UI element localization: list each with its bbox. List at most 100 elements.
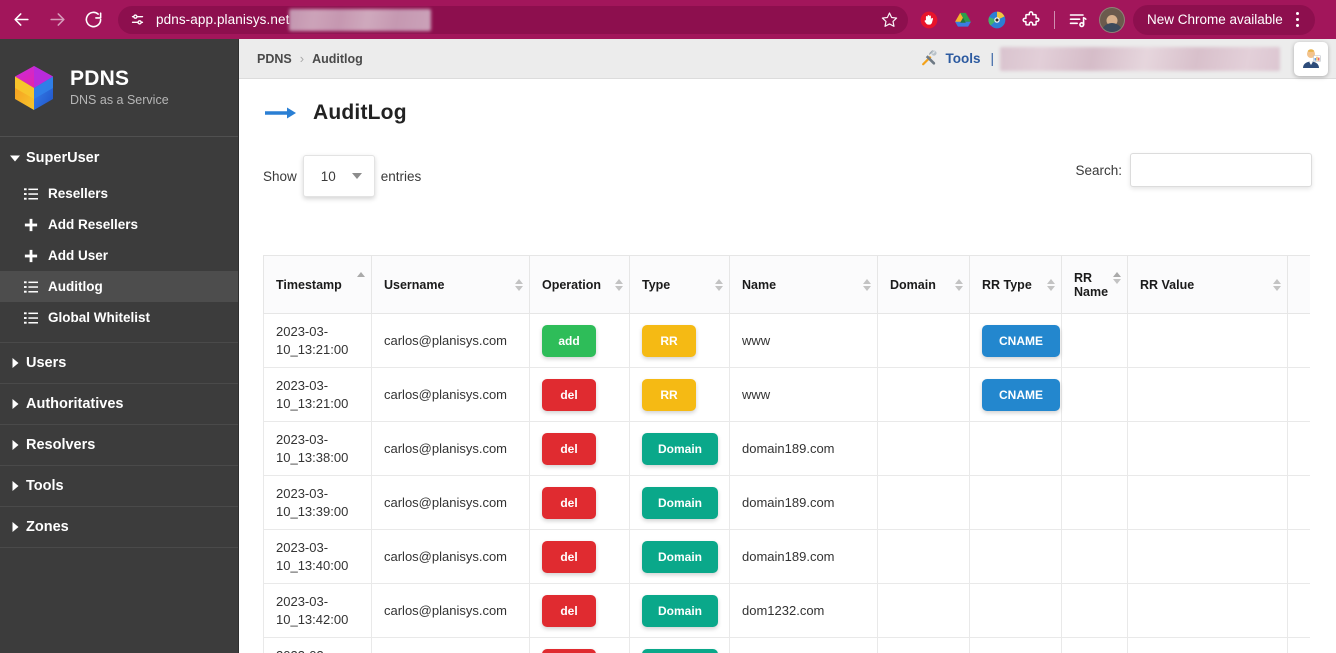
sidebar-group-label: Users — [26, 355, 67, 371]
sidebar-item-add-user[interactable]: Add User — [0, 240, 238, 271]
breadcrumb-root[interactable]: PDNS — [257, 52, 292, 66]
type-badge: Domain — [642, 540, 718, 573]
column-header-overflow — [1287, 255, 1310, 314]
cell-rr-value — [1127, 367, 1288, 422]
chrome-update-button[interactable]: New Chrome available — [1133, 4, 1315, 35]
sidebar-item-auditlog[interactable]: Auditlog — [0, 271, 238, 302]
table-row[interactable]: 2023-03-10_13:43:00 carlos@planisys.com … — [263, 637, 1310, 653]
sidebar-item-resellers[interactable]: Resellers — [0, 178, 238, 209]
table-row[interactable]: 2023-03- 10_13:42:00 carlos@planisys.com … — [263, 583, 1310, 638]
address-bar[interactable]: pdns-app.planisys.net — [118, 5, 908, 34]
stop-hand-extension-icon[interactable] — [912, 3, 946, 37]
sidebar-group-resolvers[interactable]: Resolvers — [0, 425, 238, 466]
sidebar: PDNS DNS as a Service SuperUser Reseller… — [0, 39, 239, 653]
tools-label: Tools — [945, 51, 981, 66]
colorful-globe-extension-icon[interactable] — [980, 3, 1014, 37]
sidebar-group-tools[interactable]: Tools — [0, 466, 238, 507]
cell-name: domain189.com — [729, 475, 878, 530]
extensions-puzzle-icon[interactable] — [1014, 3, 1048, 37]
timestamp-line1: 2023-03- — [276, 431, 329, 447]
tools-pipe: | — [990, 51, 994, 66]
cell-operation: del — [529, 367, 630, 422]
column-header-timestamp[interactable]: Timestamp — [263, 255, 372, 314]
sidebar-item-label: Resellers — [48, 186, 109, 201]
type-badge: RR — [642, 378, 696, 411]
sidebar-group-superuser[interactable]: SuperUser — [0, 137, 238, 178]
reload-button[interactable] — [78, 5, 108, 35]
column-header-rr-name[interactable]: RR Name — [1061, 255, 1128, 314]
operation-badge: del — [542, 648, 596, 653]
timestamp-line1: 2023-03- — [276, 593, 329, 609]
column-label: Type — [642, 277, 671, 292]
chevron-right-icon — [10, 399, 26, 409]
tools-link[interactable]: Tools | — [920, 48, 998, 70]
sidebar-group-label: SuperUser — [26, 149, 100, 166]
sort-icon — [863, 278, 871, 291]
search-input[interactable] — [1130, 153, 1312, 187]
sort-icon — [615, 278, 623, 291]
breadcrumb-current: Auditlog — [312, 51, 363, 66]
column-header-rr-value[interactable]: RR Value — [1127, 255, 1288, 314]
brand-block[interactable]: PDNS DNS as a Service — [0, 39, 238, 137]
app-shell: PDNS DNS as a Service SuperUser Reseller… — [0, 39, 1336, 653]
cell-type: Domain — [629, 583, 730, 638]
timestamp-line1: 2023-03- — [276, 377, 329, 393]
sidebar-group-users[interactable]: Users — [0, 343, 238, 384]
column-label: Operation — [542, 277, 602, 292]
page-length-select[interactable]: 10 — [302, 155, 375, 197]
cell-type: Domain — [629, 421, 730, 476]
chrome-menu-icon[interactable] — [1285, 7, 1311, 33]
column-header-username[interactable]: Username — [371, 255, 530, 314]
search-label: Search: — [1075, 162, 1122, 178]
operation-badge: del — [542, 594, 596, 627]
cell-rr-value — [1127, 529, 1288, 584]
cell-name: www — [729, 367, 878, 422]
table-row[interactable]: 2023-03- 10_13:39:00 carlos@planisys.com … — [263, 475, 1310, 530]
site-settings-icon[interactable] — [128, 11, 146, 29]
back-button[interactable] — [6, 5, 36, 35]
table-row[interactable]: 2023-03- 10_13:21:00 carlos@planisys.com … — [263, 313, 1310, 368]
column-header-rr-type[interactable]: RR Type — [969, 255, 1062, 314]
cell-rr-value — [1127, 421, 1288, 476]
sidebar-item-label: Add User — [48, 248, 109, 263]
cell-domain — [877, 529, 970, 584]
timestamp-line1: 2023-03- — [276, 485, 329, 501]
type-badge: Domain — [642, 594, 718, 627]
user-account-button[interactable] — [1294, 41, 1328, 76]
google-drive-icon[interactable] — [946, 3, 980, 37]
column-header-domain[interactable]: Domain — [877, 255, 970, 314]
sidebar-item-add-resellers[interactable]: Add Resellers — [0, 209, 238, 240]
cell-name: domain189.com — [729, 421, 878, 476]
url-text: pdns-app.planisys.net — [156, 12, 290, 27]
auditlog-table-container[interactable]: Timestamp Username Operation Type Name D… — [263, 255, 1310, 653]
app-topbar: PDNS › Auditlog Tools | — [239, 39, 1336, 79]
sort-icon — [515, 278, 523, 291]
cell-domain — [877, 313, 970, 368]
forward-button[interactable] — [42, 5, 72, 35]
column-header-operation[interactable]: Operation — [529, 255, 630, 314]
cell-rr-name — [1061, 637, 1128, 653]
cell-rr-name — [1061, 421, 1128, 476]
account-redacted-region — [1000, 46, 1280, 71]
timestamp-line2: 10_13:39:00 — [276, 503, 349, 519]
column-header-name[interactable]: Name — [729, 255, 878, 314]
type-badge: RR — [642, 324, 696, 357]
table-row[interactable]: 2023-03- 10_13:40:00 carlos@planisys.com … — [263, 529, 1310, 584]
plus-icon — [24, 249, 46, 263]
reading-list-icon[interactable] — [1061, 3, 1095, 37]
cell-name: domain189.com — [729, 529, 878, 584]
profile-avatar[interactable] — [1095, 3, 1129, 37]
main-content: PDNS › Auditlog Tools | AuditLog Show 10… — [239, 39, 1336, 653]
sort-ascending-icon — [357, 272, 365, 277]
bookmark-star-icon[interactable] — [876, 7, 902, 33]
column-header-type[interactable]: Type — [629, 255, 730, 314]
auditlog-table: Timestamp Username Operation Type Name D… — [263, 255, 1310, 653]
cell-operation: del — [529, 475, 630, 530]
table-row[interactable]: 2023-03- 10_13:38:00 carlos@planisys.com … — [263, 421, 1310, 476]
sidebar-group-zones[interactable]: Zones — [0, 507, 238, 548]
column-label: Domain — [890, 277, 936, 292]
table-row[interactable]: 2023-03- 10_13:21:00 carlos@planisys.com … — [263, 367, 1310, 422]
sidebar-item-global-whitelist[interactable]: Global Whitelist — [0, 302, 238, 333]
chevron-down-icon — [10, 153, 26, 163]
sidebar-group-authoritatives[interactable]: Authoritatives — [0, 384, 238, 425]
